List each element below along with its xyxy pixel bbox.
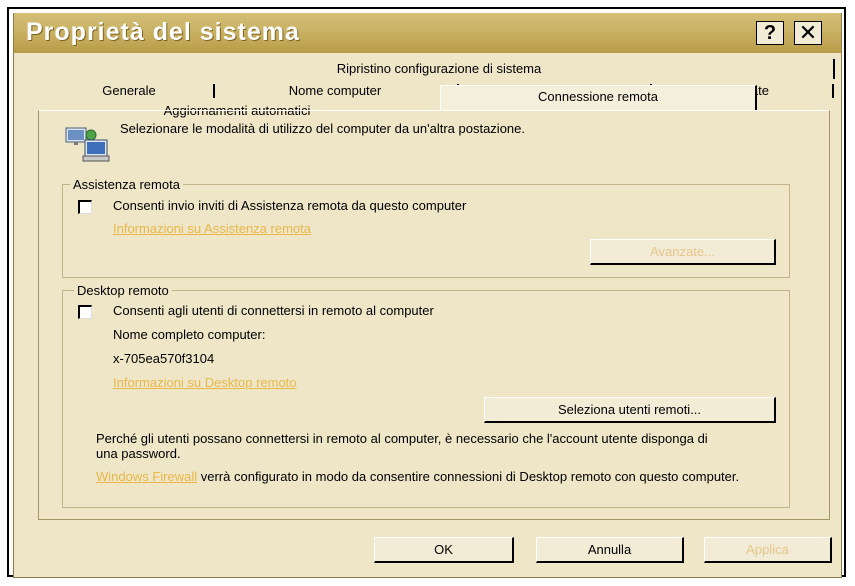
tab-ripristino[interactable]: Ripristino configurazione di sistema: [45, 59, 835, 79]
remote-computer-icon: [65, 127, 110, 162]
title-bar[interactable]: Proprietà del sistema ? ✕: [14, 13, 841, 53]
firewall-note-text: verrà configurato in modo da consentire …: [197, 469, 740, 484]
close-button[interactable]: ✕: [794, 21, 822, 45]
password-note: Perché gli utenti possano connettersi in…: [96, 431, 708, 461]
select-remote-users-button[interactable]: Seleziona utenti remoti...: [484, 397, 776, 423]
windows-firewall-link[interactable]: Windows Firewall: [96, 469, 197, 484]
remote-assistance-checkbox[interactable]: [78, 200, 92, 214]
remote-desktop-info-link[interactable]: Informazioni su Desktop remoto: [113, 375, 297, 390]
apply-button[interactable]: Applica: [704, 537, 832, 563]
tab-connessione-remota[interactable]: Connessione remota: [440, 85, 757, 110]
intro-text: Selezionare le modalità di utilizzo del …: [120, 121, 525, 136]
help-button[interactable]: ?: [756, 21, 784, 45]
remote-desktop-checkbox-label[interactable]: Consenti agli utenti di connettersi in r…: [113, 303, 434, 318]
computer-name-value: x-705ea570f3104: [113, 351, 215, 366]
remote-desktop-checkbox[interactable]: [78, 305, 92, 319]
window-title: Proprietà del sistema: [26, 18, 300, 46]
advanced-button[interactable]: Avanzate...: [590, 239, 776, 265]
firewall-note: Windows Firewall verrà configurato in mo…: [96, 469, 786, 484]
cancel-button[interactable]: Annulla: [536, 537, 684, 563]
tab-separator: [832, 84, 834, 98]
tab-nome-computer[interactable]: Nome computer: [215, 81, 455, 101]
tab-generale[interactable]: Generale: [45, 81, 213, 101]
remote-desktop-title: Desktop remoto: [74, 283, 172, 298]
ok-button[interactable]: OK: [374, 537, 514, 563]
remote-assistance-info-link[interactable]: Informazioni su Assistenza remota: [113, 221, 311, 236]
computer-name-label: Nome completo computer:: [113, 327, 266, 342]
remote-assistance-title: Assistenza remota: [70, 177, 183, 192]
remote-assistance-checkbox-label[interactable]: Consenti invio inviti di Assistenza remo…: [113, 198, 466, 213]
